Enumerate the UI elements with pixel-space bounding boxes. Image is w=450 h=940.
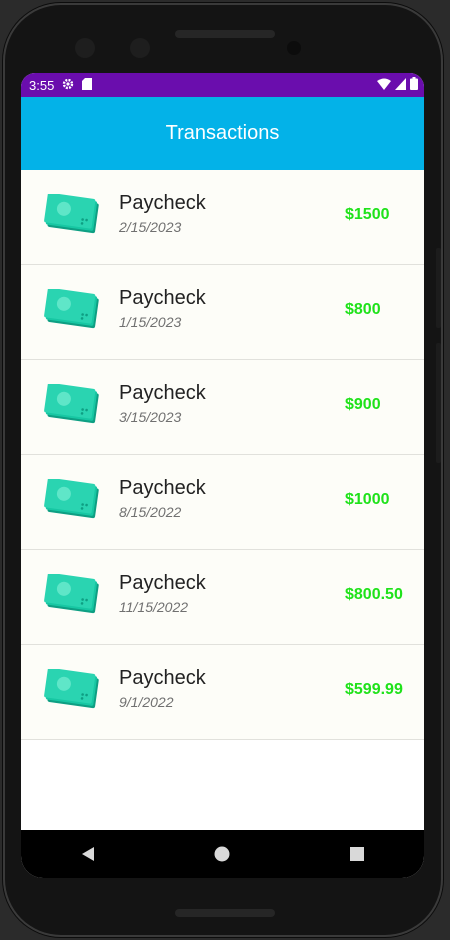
recents-icon <box>349 847 364 861</box>
sensor-icon <box>130 38 150 58</box>
front-camera-icon <box>75 38 95 58</box>
transaction-date: 8/15/2022 <box>119 504 182 520</box>
transaction-text: Paycheck 8/15/2022 <box>119 477 206 520</box>
transaction-amount: $900 <box>345 396 381 413</box>
transaction-text: Paycheck 11/15/2022 <box>119 572 206 615</box>
transaction-row[interactable]: Paycheck 2/15/2023 $1500 <box>21 170 424 265</box>
transaction-row[interactable]: Paycheck 1/15/2023 $800 <box>21 265 424 360</box>
transaction-row[interactable]: Paycheck 9/1/2022 $599.99 <box>21 645 424 740</box>
money-icon <box>43 572 101 618</box>
transaction-date: 9/1/2022 <box>119 694 174 710</box>
money-icon <box>43 477 101 523</box>
back-button[interactable] <box>68 834 108 874</box>
transaction-row[interactable]: Paycheck 11/15/2022 $800.50 <box>21 550 424 645</box>
app-bar: Transactions <box>21 97 424 170</box>
transaction-name: Paycheck <box>119 477 206 499</box>
earpiece-speaker <box>175 30 275 38</box>
navigation-bar <box>21 830 424 878</box>
money-icon <box>43 287 101 333</box>
transaction-text: Paycheck 1/15/2023 <box>119 287 206 330</box>
settings-icon <box>62 78 74 93</box>
transaction-amount: $1500 <box>345 206 390 223</box>
status-bar: 3:55 <box>21 73 424 97</box>
money-icon <box>43 667 101 713</box>
transaction-name: Paycheck <box>119 382 206 404</box>
bottom-speaker <box>175 909 275 917</box>
wifi-icon <box>377 78 391 93</box>
transaction-row[interactable]: Paycheck 3/15/2023 $900 <box>21 360 424 455</box>
power-button <box>436 343 441 463</box>
transaction-name: Paycheck <box>119 572 206 594</box>
transaction-date: 11/15/2022 <box>119 599 189 615</box>
transaction-text: Paycheck 9/1/2022 <box>119 667 206 710</box>
transaction-name: Paycheck <box>119 287 206 309</box>
home-button[interactable] <box>202 834 242 874</box>
transaction-row[interactable]: Paycheck 8/15/2022 $1000 <box>21 455 424 550</box>
home-icon <box>214 846 230 862</box>
transaction-text: Paycheck 2/15/2023 <box>119 192 206 235</box>
transaction-amount: $1000 <box>345 491 390 508</box>
transaction-name: Paycheck <box>119 192 206 214</box>
page-title: Transactions <box>165 122 280 144</box>
proximity-sensor-icon <box>287 41 301 55</box>
transaction-amount: $800.50 <box>345 586 403 603</box>
transaction-amount: $800 <box>345 301 381 318</box>
volume-button <box>436 248 441 328</box>
transaction-list: Paycheck 2/15/2023 $1500 Paycheck 1/15/2… <box>21 170 424 740</box>
signal-icon <box>395 77 406 93</box>
transaction-date: 3/15/2023 <box>119 409 182 425</box>
back-icon <box>82 847 95 861</box>
app-screen: 3:55 Transactions Paycheck 2/15/2023 $15… <box>21 73 424 878</box>
transaction-name: Paycheck <box>119 667 206 689</box>
sd-card-icon <box>82 77 93 93</box>
recents-button[interactable] <box>337 834 377 874</box>
transaction-amount: $599.99 <box>345 681 403 698</box>
transaction-date: 1/15/2023 <box>119 314 182 330</box>
battery-icon <box>410 77 418 93</box>
money-icon <box>43 192 101 238</box>
status-time: 3:55 <box>29 77 55 93</box>
transaction-text: Paycheck 3/15/2023 <box>119 382 206 425</box>
transaction-date: 2/15/2023 <box>119 219 182 235</box>
money-icon <box>43 382 101 428</box>
